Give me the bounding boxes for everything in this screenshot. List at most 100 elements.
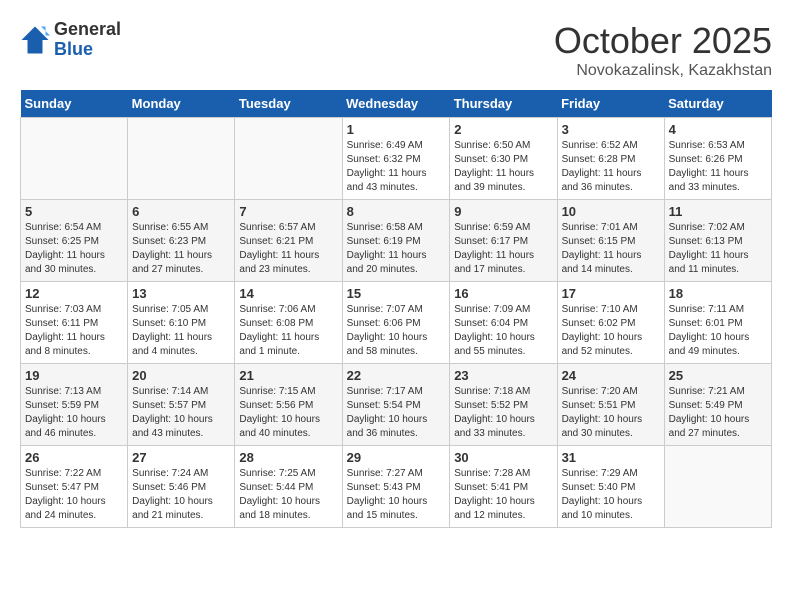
calendar-week-row: 12Sunrise: 7:03 AM Sunset: 6:11 PM Dayli… <box>21 282 772 364</box>
calendar-cell: 21Sunrise: 7:15 AM Sunset: 5:56 PM Dayli… <box>235 364 342 446</box>
calendar-week-row: 19 Sunrise: 7:13 AM Sunset: 5:59 PM Dayli… <box>21 364 772 446</box>
calendar-cell <box>21 118 128 200</box>
logo-icon <box>20 25 50 55</box>
day-number: 30 <box>454 450 552 465</box>
calendar-cell <box>664 446 771 528</box>
day-info: Sunrise: 7:15 AM Sunset: 5:56 PM Dayligh… <box>239 385 337 441</box>
day-info: Sunrise: 6:49 AM Sunset: 6:32 PM Dayligh… <box>347 139 446 195</box>
calendar-cell: 30Sunrise: 7:28 AM Sunset: 5:41 PM Dayli… <box>450 446 557 528</box>
day-number: 17 <box>562 286 660 301</box>
day-number: 9 <box>454 204 552 219</box>
calendar-cell: 12Sunrise: 7:03 AM Sunset: 6:11 PM Dayli… <box>21 282 128 364</box>
calendar-cell: 16 Sunrise: 7:09 AM Sunset: 6:04 PM Dayli… <box>450 282 557 364</box>
day-number: 25 <box>669 368 767 383</box>
day-info: Sunrise: 7:14 AM Sunset: 5:57 PM Dayligh… <box>132 385 230 441</box>
calendar-cell: 14Sunrise: 7:06 AM Sunset: 6:08 PM Dayli… <box>235 282 342 364</box>
calendar-cell: 26Sunrise: 7:22 AM Sunset: 5:47 PM Dayli… <box>21 446 128 528</box>
calendar-cell: 25 Sunrise: 7:21 AM Sunset: 5:49 PM Dayli… <box>664 364 771 446</box>
day-info: Sunrise: 7:03 AM Sunset: 6:11 PM Dayligh… <box>25 303 123 359</box>
day-info: Sunrise: 6:58 AM Sunset: 6:19 PM Dayligh… <box>347 221 446 277</box>
calendar-week-row: 1 Sunrise: 6:49 AM Sunset: 6:32 PM Daylig… <box>21 118 772 200</box>
day-info: Sunrise: 6:54 AM Sunset: 6:25 PM Dayligh… <box>25 221 123 277</box>
calendar-week-row: 5 Sunrise: 6:54 AM Sunset: 6:25 PM Daylig… <box>21 200 772 282</box>
calendar-cell: 10 Sunrise: 7:01 AM Sunset: 6:15 PM Dayli… <box>557 200 664 282</box>
day-info: Sunrise: 7:13 AM Sunset: 5:59 PM Dayligh… <box>25 385 123 441</box>
calendar-cell: 11Sunrise: 7:02 AM Sunset: 6:13 PM Dayli… <box>664 200 771 282</box>
page-header: General Blue October 2025 Novokazalinsk,… <box>20 20 772 80</box>
day-info: Sunrise: 7:21 AM Sunset: 5:49 PM Dayligh… <box>669 385 767 441</box>
day-info: Sunrise: 7:07 AM Sunset: 6:06 PM Dayligh… <box>347 303 446 359</box>
weekday-header-row: SundayMondayTuesdayWednesdayThursdayFrid… <box>21 90 772 118</box>
day-number: 10 <box>562 204 660 219</box>
day-number: 29 <box>347 450 446 465</box>
weekday-header: Monday <box>128 90 235 118</box>
day-number: 31 <box>562 450 660 465</box>
weekday-header: Sunday <box>21 90 128 118</box>
day-number: 24 <box>562 368 660 383</box>
day-number: 28 <box>239 450 337 465</box>
location-title: Novokazalinsk, Kazakhstan <box>554 62 772 80</box>
calendar-week-row: 26Sunrise: 7:22 AM Sunset: 5:47 PM Dayli… <box>21 446 772 528</box>
day-info: Sunrise: 7:25 AM Sunset: 5:44 PM Dayligh… <box>239 467 337 523</box>
day-info: Sunrise: 7:11 AM Sunset: 6:01 PM Dayligh… <box>669 303 767 359</box>
day-info: Sunrise: 7:20 AM Sunset: 5:51 PM Dayligh… <box>562 385 660 441</box>
calendar-cell <box>128 118 235 200</box>
calendar-cell: 1 Sunrise: 6:49 AM Sunset: 6:32 PM Daylig… <box>342 118 450 200</box>
day-info: Sunrise: 7:10 AM Sunset: 6:02 PM Dayligh… <box>562 303 660 359</box>
day-info: Sunrise: 7:22 AM Sunset: 5:47 PM Dayligh… <box>25 467 123 523</box>
calendar-cell: 27Sunrise: 7:24 AM Sunset: 5:46 PM Dayli… <box>128 446 235 528</box>
day-number: 20 <box>132 368 230 383</box>
day-info: Sunrise: 7:05 AM Sunset: 6:10 PM Dayligh… <box>132 303 230 359</box>
logo-general: General <box>54 20 121 40</box>
logo: General Blue <box>20 20 121 60</box>
calendar-cell: 8Sunrise: 6:58 AM Sunset: 6:19 PM Daylig… <box>342 200 450 282</box>
day-number: 15 <box>347 286 446 301</box>
day-number: 13 <box>132 286 230 301</box>
weekday-header: Saturday <box>664 90 771 118</box>
day-number: 23 <box>454 368 552 383</box>
calendar-cell: 4 Sunrise: 6:53 AM Sunset: 6:26 PM Daylig… <box>664 118 771 200</box>
calendar-cell: 24 Sunrise: 7:20 AM Sunset: 5:51 PM Dayli… <box>557 364 664 446</box>
calendar-cell: 17 Sunrise: 7:10 AM Sunset: 6:02 PM Dayli… <box>557 282 664 364</box>
calendar: SundayMondayTuesdayWednesdayThursdayFrid… <box>20 90 772 528</box>
day-number: 5 <box>25 204 123 219</box>
day-info: Sunrise: 7:24 AM Sunset: 5:46 PM Dayligh… <box>132 467 230 523</box>
calendar-cell: 28 Sunrise: 7:25 AM Sunset: 5:44 PM Dayli… <box>235 446 342 528</box>
day-number: 6 <box>132 204 230 219</box>
day-info: Sunrise: 6:55 AM Sunset: 6:23 PM Dayligh… <box>132 221 230 277</box>
calendar-cell: 15 Sunrise: 7:07 AM Sunset: 6:06 PM Dayli… <box>342 282 450 364</box>
day-number: 2 <box>454 122 552 137</box>
day-number: 14 <box>239 286 337 301</box>
month-title: October 2025 <box>554 20 772 62</box>
calendar-cell: 3 Sunrise: 6:52 AM Sunset: 6:28 PM Daylig… <box>557 118 664 200</box>
calendar-cell: 23 Sunrise: 7:18 AM Sunset: 5:52 PM Dayli… <box>450 364 557 446</box>
day-info: Sunrise: 7:01 AM Sunset: 6:15 PM Dayligh… <box>562 221 660 277</box>
day-number: 11 <box>669 204 767 219</box>
day-number: 19 <box>25 368 123 383</box>
day-info: Sunrise: 6:52 AM Sunset: 6:28 PM Dayligh… <box>562 139 660 195</box>
calendar-cell: 22 Sunrise: 7:17 AM Sunset: 5:54 PM Dayli… <box>342 364 450 446</box>
weekday-header: Wednesday <box>342 90 450 118</box>
day-info: Sunrise: 6:59 AM Sunset: 6:17 PM Dayligh… <box>454 221 552 277</box>
day-number: 1 <box>347 122 446 137</box>
day-number: 18 <box>669 286 767 301</box>
day-number: 3 <box>562 122 660 137</box>
weekday-header: Friday <box>557 90 664 118</box>
day-number: 16 <box>454 286 552 301</box>
day-number: 22 <box>347 368 446 383</box>
calendar-cell: 9 Sunrise: 6:59 AM Sunset: 6:17 PM Daylig… <box>450 200 557 282</box>
day-info: Sunrise: 7:27 AM Sunset: 5:43 PM Dayligh… <box>347 467 446 523</box>
logo-blue: Blue <box>54 40 121 60</box>
day-number: 4 <box>669 122 767 137</box>
calendar-cell <box>235 118 342 200</box>
day-info: Sunrise: 6:57 AM Sunset: 6:21 PM Dayligh… <box>239 221 337 277</box>
day-info: Sunrise: 7:29 AM Sunset: 5:40 PM Dayligh… <box>562 467 660 523</box>
calendar-cell: 29 Sunrise: 7:27 AM Sunset: 5:43 PM Dayli… <box>342 446 450 528</box>
day-info: Sunrise: 7:09 AM Sunset: 6:04 PM Dayligh… <box>454 303 552 359</box>
day-info: Sunrise: 6:50 AM Sunset: 6:30 PM Dayligh… <box>454 139 552 195</box>
day-info: Sunrise: 7:18 AM Sunset: 5:52 PM Dayligh… <box>454 385 552 441</box>
calendar-cell: 18 Sunrise: 7:11 AM Sunset: 6:01 PM Dayli… <box>664 282 771 364</box>
day-info: Sunrise: 6:53 AM Sunset: 6:26 PM Dayligh… <box>669 139 767 195</box>
day-info: Sunrise: 7:17 AM Sunset: 5:54 PM Dayligh… <box>347 385 446 441</box>
calendar-cell: 31 Sunrise: 7:29 AM Sunset: 5:40 PM Dayli… <box>557 446 664 528</box>
